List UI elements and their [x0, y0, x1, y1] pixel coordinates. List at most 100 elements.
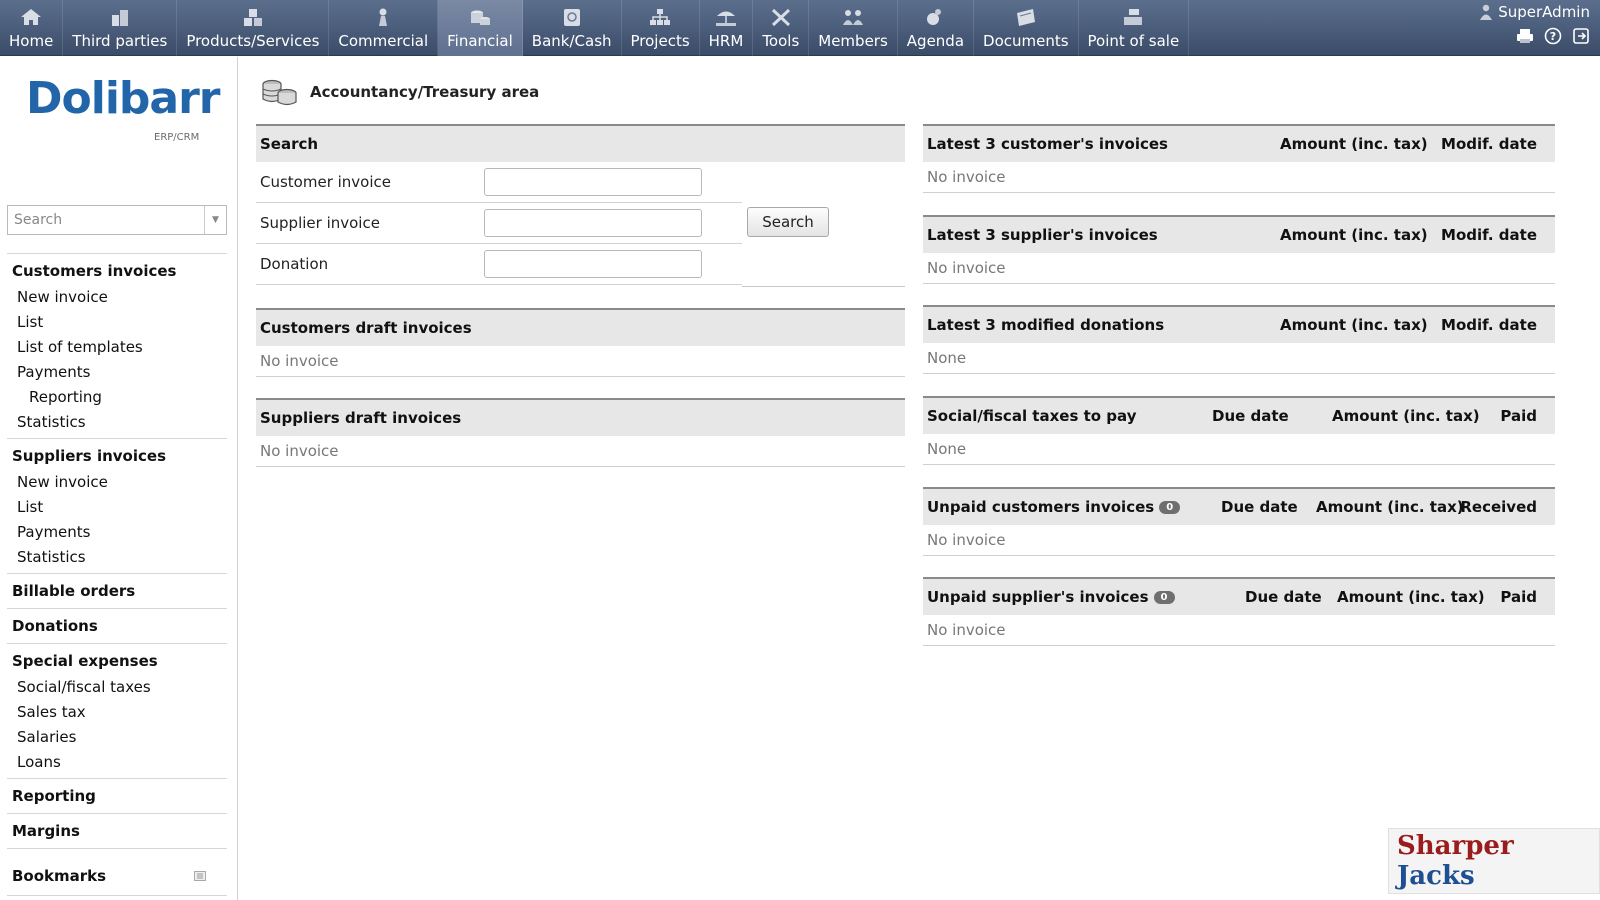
tab-agenda[interactable]: Agenda [898, 0, 975, 56]
donation-row: Donation [256, 244, 742, 285]
menu-title-reporting[interactable]: Reporting [7, 785, 227, 810]
empty-message: No invoice [927, 168, 1006, 186]
menu-section-special-expenses: Special expenses Social/fiscal taxes Sal… [7, 643, 227, 778]
empty-message: No invoice [927, 621, 1006, 639]
unpaid-customers-title[interactable]: Unpaid customers invoices [927, 498, 1154, 516]
latest-customer-invoices-box: Latest 3 customer's invoices Amount (inc… [923, 124, 1555, 193]
customers-draft-empty-row: No invoice [256, 346, 905, 377]
menu-link-sales-tax[interactable]: Sales tax [7, 700, 227, 725]
col-received: Received [1460, 498, 1537, 516]
search-form-box: Search Customer invoice Supplier invoice… [256, 124, 905, 287]
tab-label: Documents [983, 32, 1069, 50]
chevron-down-icon[interactable]: ▼ [204, 206, 226, 234]
customers-draft-title: Customers draft invoices [260, 319, 472, 337]
menu-title-donations[interactable]: Donations [7, 615, 227, 640]
latest-customer-title[interactable]: Latest 3 customer's invoices [927, 135, 1280, 153]
menu-link-list-of-templates[interactable]: List of templates [7, 335, 227, 360]
donation-input[interactable] [484, 250, 702, 278]
unpaid-suppliers-empty-row: No invoice [923, 615, 1555, 646]
coins-icon [262, 79, 297, 106]
customer-invoice-label: Customer invoice [260, 173, 392, 191]
supplier-invoice-row: Supplier invoice [256, 203, 742, 244]
tab-bank-cash[interactable]: Bank/Cash [523, 0, 622, 56]
unpaid-suppliers-title-wrap: Unpaid supplier's invoices 0 [927, 588, 1245, 606]
tab-label: Agenda [906, 32, 965, 50]
menu-title-suppliers-invoices[interactable]: Suppliers invoices [7, 445, 227, 470]
logo-subtitle: ERP/CRM [154, 132, 200, 143]
tab-label: Commercial [338, 32, 429, 50]
tab-label: Tools [762, 32, 800, 50]
tab-hrm[interactable]: HRM [700, 0, 754, 56]
menu-link-supplier-statistics[interactable]: Statistics [7, 545, 227, 570]
latest-donations-header: Latest 3 modified donations Amount (inc.… [923, 307, 1555, 343]
menu-title-special-expenses[interactable]: Special expenses [7, 650, 227, 675]
briefcase-icon [371, 7, 395, 27]
menu-link-supplier-invoice-list[interactable]: List [7, 495, 227, 520]
tab-point-of-sale[interactable]: Point of sale [1079, 0, 1190, 56]
menu-link-salaries[interactable]: Salaries [7, 725, 227, 750]
menu-title-customers-invoices[interactable]: Customers invoices [7, 260, 227, 285]
menu-link-customer-payments[interactable]: Payments [7, 360, 227, 385]
print-icon[interactable] [1516, 27, 1534, 45]
left-sidebar: ERP/CRM Dolibarr ▼ Customers invoices Ne… [0, 57, 238, 900]
tab-products-services[interactable]: Products/Services [177, 0, 330, 56]
menu-link-customer-statistics[interactable]: Statistics [7, 410, 227, 435]
tab-projects[interactable]: Projects [622, 0, 700, 56]
menu-link-payments-reporting[interactable]: Reporting [7, 385, 227, 410]
suppliers-draft-invoices-box: Suppliers draft invoices No invoice [256, 398, 905, 467]
menu-link-new-customer-invoice[interactable]: New invoice [7, 285, 227, 310]
top-menu: Home Third parties Products/Services Com… [0, 0, 1190, 56]
col-amount: Amount (inc. tax) [1316, 498, 1464, 516]
bookmarks-section: Bookmarks [7, 848, 227, 896]
documents-icon [1014, 7, 1038, 27]
tab-commercial[interactable]: Commercial [329, 0, 439, 56]
menu-section-suppliers-invoices: Suppliers invoices New invoice List Paym… [7, 438, 227, 573]
tab-label: Point of sale [1087, 32, 1180, 50]
search-form-header: Search [256, 126, 905, 162]
latest-supplier-title[interactable]: Latest 3 supplier's invoices [927, 226, 1280, 244]
customer-invoice-input[interactable] [484, 168, 702, 196]
menu-link-social-fiscal-taxes[interactable]: Social/fiscal taxes [7, 675, 227, 700]
col-modif-date: Modif. date [1441, 226, 1537, 244]
page-title: Accountancy/Treasury area [310, 83, 540, 101]
empty-message: No invoice [260, 352, 339, 370]
search-button[interactable]: Search [747, 207, 829, 237]
latest-donations-box: Latest 3 modified donations Amount (inc.… [923, 305, 1555, 374]
empty-message: No invoice [260, 442, 339, 460]
bookmarks-title[interactable]: Bookmarks [12, 867, 106, 885]
cash-register-icon [1121, 7, 1145, 27]
menu-link-supplier-payments[interactable]: Payments [7, 520, 227, 545]
latest-donations-title[interactable]: Latest 3 modified donations [927, 316, 1280, 334]
tab-home[interactable]: Home [0, 0, 64, 56]
col-amount: Amount (inc. tax) [1280, 135, 1428, 153]
tab-third-parties[interactable]: Third parties [63, 0, 178, 56]
tab-label: Products/Services [186, 32, 320, 50]
coins-icon [468, 7, 492, 27]
tab-label: Financial [447, 32, 513, 50]
unpaid-customers-invoices-box: Unpaid customers invoices 0 Due date Amou… [923, 487, 1555, 556]
supplier-invoice-input[interactable] [484, 209, 702, 237]
col-amount: Amount (inc. tax) [1332, 407, 1480, 425]
search-input[interactable] [8, 206, 204, 234]
menu-link-customer-invoice-list[interactable]: List [7, 310, 227, 335]
col-modif-date: Modif. date [1441, 135, 1537, 153]
tab-financial[interactable]: Financial [438, 0, 523, 56]
tab-label: Members [818, 32, 888, 50]
menu-title-billable-orders[interactable]: Billable orders [7, 580, 227, 605]
social-taxes-title[interactable]: Social/fiscal taxes to pay [927, 407, 1212, 425]
help-icon[interactable]: ? [1544, 27, 1562, 45]
unpaid-suppliers-title[interactable]: Unpaid supplier's invoices [927, 588, 1149, 606]
social-taxes-empty-row: None [923, 434, 1555, 465]
logo-text: Dolibarr [26, 73, 221, 124]
user-login[interactable]: SuperAdmin [1479, 3, 1590, 21]
menu-link-new-supplier-invoice[interactable]: New invoice [7, 470, 227, 495]
suppliers-draft-title: Suppliers draft invoices [260, 409, 462, 427]
tab-documents[interactable]: Documents [974, 0, 1079, 56]
menu-title-margins[interactable]: Margins [7, 820, 227, 845]
latest-customer-empty-row: No invoice [923, 162, 1555, 193]
tab-members[interactable]: Members [809, 0, 898, 56]
tab-tools[interactable]: Tools [753, 0, 810, 56]
bookmark-list-icon[interactable] [194, 871, 206, 881]
logout-icon[interactable] [1572, 27, 1590, 45]
menu-link-loans[interactable]: Loans [7, 750, 227, 775]
